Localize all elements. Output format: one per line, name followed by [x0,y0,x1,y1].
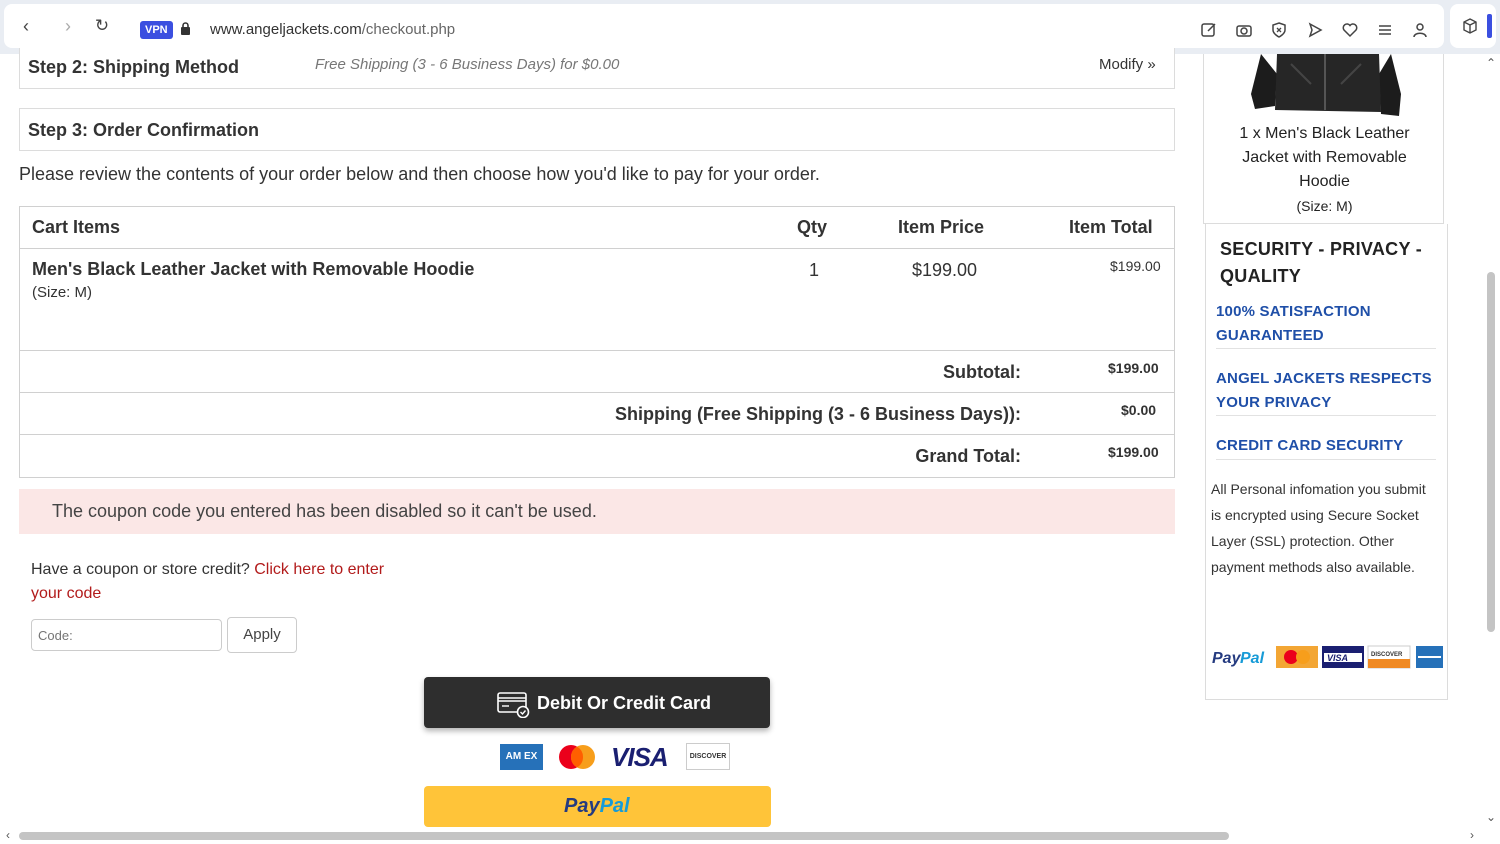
jacket-image[interactable] [1231,54,1419,116]
step3-box: Step 3: Order Confirmation [19,108,1175,151]
back-icon[interactable]: ‹ [16,16,36,36]
cube-icon[interactable] [1461,17,1479,35]
lock-icon[interactable] [180,22,191,35]
divider [20,434,1174,435]
sidebar-product-text: 1 x Men's Black Leather Jacket with Remo… [1239,125,1410,190]
browser-toolbar: ‹ › ↻ VPN www.angeljackets.com/checkout.… [0,0,1500,54]
coupon-error-alert: The coupon code you entered has been dis… [19,489,1175,534]
scroll-right-icon[interactable]: › [1470,828,1474,842]
scroll-up-icon[interactable]: ⌃ [1486,56,1496,70]
send-icon[interactable] [1306,21,1324,39]
sidebar-indicator [1487,14,1492,38]
coupon-prompt-text: Have a coupon or store credit? [31,561,250,578]
step2-title: Step 2: Shipping Method [28,57,239,77]
paypal-text-pal: Pal [599,795,630,817]
header-cart-items: Cart Items [32,217,121,237]
cart-item-name: Men's Black Leather Jacket with Removabl… [32,259,475,279]
scroll-down-icon[interactable]: ⌄ [1486,810,1496,824]
url-path: /checkout.php [361,21,456,38]
modify-link[interactable]: Modify » [1099,56,1156,73]
shipping-value: $0.00 [1121,402,1157,418]
divider [20,248,1174,249]
cart-item-size: (Size: M) [32,284,92,301]
svg-text:Pal: Pal [1240,650,1265,667]
cart-item-total: $199.00 [1110,258,1161,274]
privacy-link[interactable]: ANGEL JACKETS RESPECTS YOUR PRIVACY [1216,367,1436,415]
divider [1216,415,1436,416]
url-text[interactable]: www.angeljackets.com/checkout.php [210,21,455,38]
step2-box: Step 2: Shipping Method Free Shipping (3… [19,48,1175,89]
coupon-code-input[interactable] [31,619,222,651]
forward-icon[interactable]: › [58,16,78,36]
camera-icon[interactable] [1235,21,1253,39]
profile-icon[interactable] [1411,21,1429,39]
address-bar[interactable]: ‹ › ↻ VPN www.angeljackets.com/checkout.… [4,4,1444,48]
header-qty: Qty [797,217,828,237]
card-button-label: Debit Or Credit Card [537,693,712,713]
cart-item-price: $199.00 [912,260,978,280]
svg-text:DISCOVER: DISCOVER [1371,652,1403,658]
review-intro-text: Please review the contents of your order… [19,164,820,184]
divider [20,392,1174,393]
divider [1216,348,1436,349]
discover-logo: DISCOVER [686,743,730,770]
horizontal-scroll-thumb[interactable] [19,832,1229,840]
paypal-button[interactable]: PayPal [424,786,771,827]
subtotal-value: $199.00 [1108,360,1159,376]
divider [1216,459,1436,460]
grand-total-label: Grand Total: [915,446,1021,466]
reload-icon[interactable]: ↻ [92,16,112,36]
payment-logos-strip: Pay Pal VISA DISCOVER [1210,645,1443,669]
subtotal-label: Subtotal: [943,362,1021,382]
grand-total-value: $199.00 [1108,444,1159,460]
apply-button[interactable]: Apply [227,617,297,653]
shipping-method-text: Free Shipping (3 - 6 Business Days) for … [315,56,620,73]
svg-text:Pay: Pay [1212,650,1242,667]
security-box: SECURITY - PRIVACY - QUALITY 100% SATISF… [1205,224,1448,700]
paypal-logo: PayPal [564,795,630,818]
satisfaction-link[interactable]: 100% SATISFACTION GUARANTEED [1216,300,1436,348]
sidebar-product-name: 1 x Men's Black Leather Jacket with Remo… [1204,122,1445,219]
vpn-badge[interactable]: VPN [140,21,173,39]
security-title: SECURITY - PRIVACY - QUALITY [1220,239,1423,286]
alert-message: The coupon code you entered has been dis… [52,501,597,521]
cart-table [19,206,1175,478]
svg-text:VISA: VISA [1327,653,1348,663]
coupon-prompt: Have a coupon or store credit? Click her… [31,558,391,606]
security-description: All Personal infomation you submit is en… [1211,481,1426,575]
visa-logo: VISA [611,742,669,772]
credit-card-security-link[interactable]: CREDIT CARD SECURITY [1216,434,1436,458]
shield-icon[interactable] [1270,21,1288,39]
sidebar-product-size: (Size: M) [1296,198,1353,214]
paypal-text-pay: Pay [564,795,600,817]
divider [20,350,1174,351]
scroll-left-icon[interactable]: ‹ [6,828,10,842]
menu-icon[interactable] [1376,21,1394,39]
credit-card-icon [497,692,530,718]
cart-item-qty: 1 [809,260,820,280]
order-summary-box: 1 x Men's Black Leather Jacket with Remo… [1203,54,1444,224]
debit-credit-card-button[interactable]: Debit Or Credit Card [424,677,770,728]
edit-icon[interactable] [1200,21,1218,39]
shipping-label: Shipping (Free Shipping (3 - 6 Business … [614,404,1021,424]
amex-logo: AM EX [500,744,543,770]
header-item-total: Item Total [1069,217,1153,237]
header-item-price: Item Price [898,217,985,237]
url-host: www.angeljackets.com [210,21,362,38]
mastercard-logo [559,745,595,769]
heart-icon[interactable] [1341,21,1359,39]
vertical-scroll-thumb[interactable] [1487,272,1495,632]
step3-title: Step 3: Order Confirmation [28,120,260,140]
